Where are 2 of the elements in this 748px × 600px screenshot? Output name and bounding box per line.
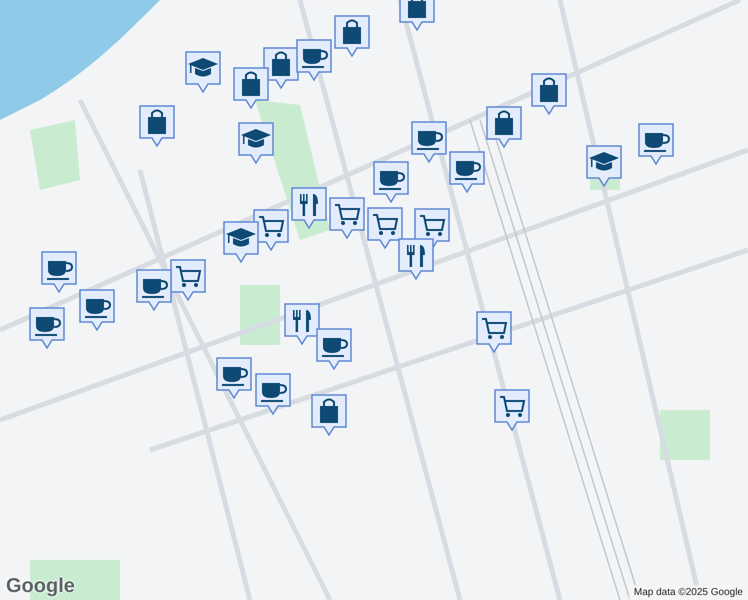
map-logo: Google xyxy=(6,575,75,598)
bag-marker-icon[interactable] xyxy=(398,0,436,32)
